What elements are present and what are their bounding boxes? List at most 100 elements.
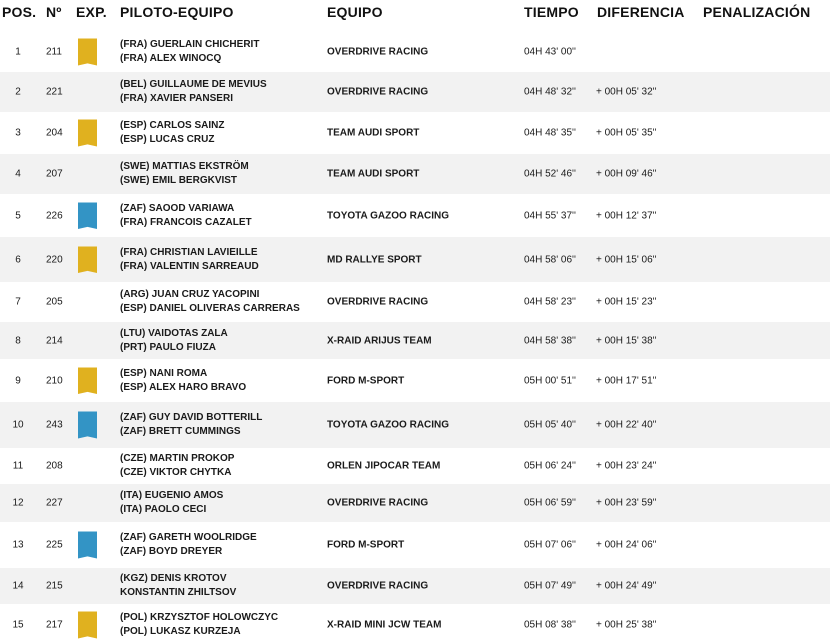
table-row[interactable]: 14 215 (KGZ) DENIS KROTOV KONSTANTIN ZHI… (0, 568, 830, 604)
table-row[interactable]: 3 204 (ESP) CARLOS SAINZ (ESP) LUCAS CRU… (0, 112, 830, 154)
table-row[interactable]: 8 214 (LTU) VAIDOTAS ZALA (PRT) PAULO FI… (0, 322, 830, 359)
table-row[interactable]: 4 207 (SWE) MATTIAS EKSTRÖM (SWE) EMIL B… (0, 154, 830, 194)
team-cell: OVERDRIVE RACING (327, 296, 429, 308)
pilot-team-cell[interactable]: (ARG) JUAN CRUZ YACOPINI (ESP) DANIEL OL… (120, 288, 300, 316)
expert-gold-flag-icon (78, 367, 97, 394)
pilot-team-cell[interactable]: (ITA) EUGENIO AMOS (ITA) PAOLO CECI (120, 489, 223, 517)
driver-name: (CZE) MARTIN PROKOP (120, 453, 235, 464)
expert-badge-cell (78, 367, 97, 394)
driver-name: (FRA) CHRISTIAN LAVIEILLE (120, 246, 258, 258)
pilot-team-cell[interactable]: (ZAF) GARETH WOOLRIDGE (ZAF) BOYD DREYER (120, 531, 257, 559)
table-row[interactable]: 9 210 (ESP) NANI ROMA (ESP) ALEX HARO BR… (0, 359, 830, 402)
pilot-team-cell[interactable]: (FRA) GUERLAIN CHICHERIT (FRA) ALEX WINO… (120, 38, 259, 66)
difference-cell: + 00H 15' 06'' (596, 254, 657, 265)
team-cell: X-RAID ARIJUS TEAM (327, 335, 432, 346)
codriver-name: (CZE) VIKTOR CHYTKA (120, 467, 232, 478)
position-cell: 1 (15, 46, 21, 58)
col-header-equipo[interactable]: EQUIPO (327, 4, 383, 20)
table-row[interactable]: 13 225 (ZAF) GARETH WOOLRIDGE (ZAF) BOYD… (0, 522, 830, 568)
team-cell: MD RALLYE SPORT (327, 254, 422, 265)
difference-cell: + 00H 12' 37'' (596, 210, 657, 221)
team-cell: TEAM AUDI SPORT (327, 127, 420, 139)
time-cell: 05H 06' 24'' (524, 460, 576, 472)
pilot-team-cell[interactable]: (ESP) NANI ROMA (ESP) ALEX HARO BRAVO (120, 367, 246, 395)
difference-cell: + 00H 23' 24'' (596, 460, 657, 472)
codriver-name: (FRA) XAVIER PANSERI (120, 93, 233, 104)
position-cell: 7 (15, 296, 21, 308)
pilot-team-cell[interactable]: (CZE) MARTIN PROKOP (CZE) VIKTOR CHYTKA (120, 452, 234, 480)
bib-number-cell: 221 (46, 86, 63, 98)
pilot-team-cell[interactable]: (POL) KRZYSZTOF HOLOWCZYC (POL) LUKASZ K… (120, 611, 278, 639)
bib-number-cell: 204 (46, 127, 63, 139)
position-cell: 9 (15, 375, 21, 386)
expert-gold-flag-icon (78, 38, 97, 66)
col-header-exp[interactable]: EXP. (76, 4, 107, 20)
team-cell: ORLEN JIPOCAR TEAM (327, 460, 441, 472)
bib-number-cell: 220 (46, 254, 63, 265)
table-row[interactable]: 2 221 (BEL) GUILLAUME DE MEVIUS (FRA) XA… (0, 72, 830, 112)
time-cell: 05H 07' 49'' (524, 580, 576, 592)
table-row[interactable]: 11 208 (CZE) MARTIN PROKOP (CZE) VIKTOR … (0, 448, 830, 484)
position-cell: 2 (15, 86, 21, 98)
codriver-name: KONSTANTIN ZHILTSOV (120, 587, 237, 598)
table-row[interactable]: 1 211 (FRA) GUERLAIN CHICHERIT (FRA) ALE… (0, 32, 830, 72)
expert-badge-cell (78, 246, 97, 273)
table-row[interactable]: 12 227 (ITA) EUGENIO AMOS (ITA) PAOLO CE… (0, 484, 830, 522)
team-cell: OVERDRIVE RACING (327, 580, 429, 592)
driver-name: (SWE) MATTIAS EKSTRÖM (120, 161, 249, 172)
pilot-team-cell[interactable]: (BEL) GUILLAUME DE MEVIUS (FRA) XAVIER P… (120, 78, 267, 106)
time-cell: 04H 43' 00'' (524, 46, 576, 58)
difference-cell: + 00H 22' 40'' (596, 419, 657, 431)
time-cell: 05H 08' 38'' (524, 619, 576, 631)
pilot-team-cell[interactable]: (ZAF) GUY DAVID BOTTERILL (ZAF) BRETT CU… (120, 411, 262, 439)
table-row[interactable]: 10 243 (ZAF) GUY DAVID BOTTERILL (ZAF) B… (0, 402, 830, 448)
position-cell: 15 (12, 619, 24, 631)
table-row[interactable]: 6 220 (FRA) CHRISTIAN LAVIEILLE (FRA) VA… (0, 237, 830, 282)
position-cell: 6 (15, 254, 21, 265)
driver-name: (ZAF) SAOOD VARIAWA (120, 202, 235, 214)
team-cell: FORD M-SPORT (327, 539, 405, 551)
codriver-name: (POL) LUKASZ KURZEJA (120, 626, 241, 637)
position-cell: 12 (12, 497, 24, 509)
expert-badge-cell (78, 411, 97, 439)
bib-number-cell: 225 (46, 539, 63, 551)
pilot-team-cell[interactable]: (ZAF) SAOOD VARIAWA (FRA) FRANCOIS CAZAL… (120, 202, 252, 230)
team-cell: FORD M-SPORT (327, 375, 405, 386)
team-cell: OVERDRIVE RACING (327, 86, 429, 98)
col-header-diferencia[interactable]: DIFERENCIA (597, 4, 685, 20)
codriver-name: (FRA) VALENTIN SARREAUD (120, 260, 259, 272)
time-cell: 04H 48' 35'' (524, 127, 576, 139)
difference-cell: + 00H 05' 32'' (596, 86, 657, 98)
expert-blue-flag-icon (78, 202, 97, 229)
codriver-name: (ZAF) BOYD DREYER (120, 546, 223, 557)
difference-cell: + 00H 25' 38'' (596, 619, 657, 631)
difference-cell: + 00H 23' 59'' (596, 497, 657, 509)
position-cell: 11 (12, 460, 24, 472)
pilot-team-cell[interactable]: (ESP) CARLOS SAINZ (ESP) LUCAS CRUZ (120, 119, 224, 147)
bib-number-cell: 243 (46, 419, 63, 431)
pilot-team-cell[interactable]: (KGZ) DENIS KROTOV KONSTANTIN ZHILTSOV (120, 572, 236, 600)
team-cell: OVERDRIVE RACING (327, 46, 429, 58)
codriver-name: (ESP) ALEX HARO BRAVO (120, 381, 247, 393)
codriver-name: (FRA) ALEX WINOCQ (120, 53, 222, 64)
bib-number-cell: 207 (46, 168, 63, 180)
col-header-pos[interactable]: POS. (2, 4, 36, 20)
table-row[interactable]: 5 226 (ZAF) SAOOD VARIAWA (FRA) FRANCOIS… (0, 194, 830, 237)
pilot-team-cell[interactable]: (SWE) MATTIAS EKSTRÖM (SWE) EMIL BERGKVI… (120, 160, 249, 188)
col-header-piloto-equipo[interactable]: PILOTO-EQUIPO (120, 4, 234, 20)
time-cell: 04H 58' 38'' (524, 335, 576, 346)
expert-gold-flag-icon (78, 246, 97, 273)
pilot-team-cell[interactable]: (FRA) CHRISTIAN LAVIEILLE (FRA) VALENTIN… (120, 246, 259, 274)
col-header-penalizacion[interactable]: PENALIZACIÓN (703, 4, 810, 20)
col-header-tiempo[interactable]: TIEMPO (524, 4, 579, 20)
pilot-team-cell[interactable]: (LTU) VAIDOTAS ZALA (PRT) PAULO FIUZA (120, 327, 228, 355)
difference-cell: + 00H 09' 46'' (596, 168, 657, 180)
col-header-number[interactable]: Nº (46, 4, 62, 20)
team-cell: TOYOTA GAZOO RACING (327, 210, 450, 221)
driver-name: (BEL) GUILLAUME DE MEVIUS (120, 79, 267, 90)
table-row[interactable]: 15 217 (POL) KRZYSZTOF HOLOWCZYC (POL) L… (0, 604, 830, 644)
driver-name: (LTU) VAIDOTAS ZALA (120, 327, 228, 339)
driver-name: (ZAF) GARETH WOOLRIDGE (120, 532, 257, 543)
table-row[interactable]: 7 205 (ARG) JUAN CRUZ YACOPINI (ESP) DAN… (0, 282, 830, 322)
driver-name: (ARG) JUAN CRUZ YACOPINI (120, 289, 260, 300)
